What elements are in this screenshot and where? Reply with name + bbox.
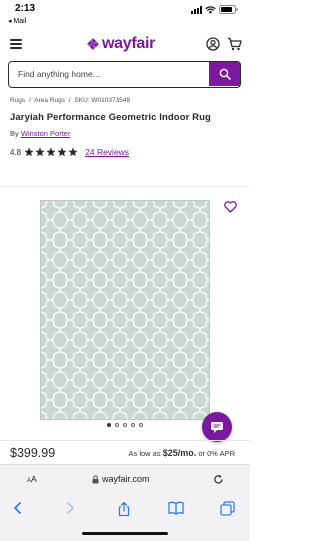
carousel-dot[interactable]	[107, 423, 111, 427]
product-byline: By Winston Porter	[10, 129, 70, 138]
search-input[interactable]	[9, 62, 209, 86]
tabs-icon[interactable]	[220, 501, 235, 521]
url-text: wayfair.com	[102, 474, 150, 484]
star-icon	[24, 147, 34, 157]
search-button[interactable]	[209, 62, 240, 86]
breadcrumb-separator: /	[68, 97, 71, 104]
star-icon	[57, 147, 67, 157]
safari-address-bar: AA wayfair.com	[0, 464, 250, 494]
wayfair-logo[interactable]: wayfair	[86, 35, 155, 53]
status-bar: 2:13 ◂ Mail	[0, 0, 250, 30]
star-icon	[68, 147, 78, 157]
back-to-mail-link[interactable]: ◂ Mail	[8, 17, 26, 25]
breadcrumb-item-rugs[interactable]: Rugs	[10, 97, 25, 104]
status-icons	[191, 5, 238, 14]
product-gallery[interactable]	[0, 186, 250, 442]
reviews-link[interactable]: 24 Reviews	[85, 147, 129, 157]
carousel-dot[interactable]	[115, 423, 119, 427]
share-icon[interactable]	[117, 501, 131, 522]
carousel-dot[interactable]	[139, 423, 143, 427]
site-header: wayfair	[0, 32, 250, 58]
breadcrumb-item-area-rugs[interactable]: Area Rugs	[34, 97, 65, 104]
status-time: 2:13	[15, 3, 36, 14]
reload-icon[interactable]	[213, 472, 224, 490]
financing-offer[interactable]: As low as $25/mo. or 0% APR	[128, 448, 235, 458]
star-rating[interactable]	[24, 147, 78, 157]
search-bar	[8, 61, 241, 88]
apr-text: or 0% APR	[198, 449, 235, 458]
safari-toolbar	[0, 494, 250, 541]
account-icon[interactable]	[206, 37, 220, 56]
bookmarks-icon[interactable]	[168, 501, 184, 520]
price-row: $399.99 As low as $25/mo. or 0% APR	[0, 440, 250, 464]
url-field[interactable]: wayfair.com	[92, 474, 150, 484]
cart-icon[interactable]	[227, 37, 242, 56]
carousel-dot[interactable]	[131, 423, 135, 427]
chat-button[interactable]	[202, 412, 232, 442]
hamburger-menu-icon[interactable]	[10, 39, 22, 49]
chat-icon	[211, 421, 223, 433]
as-low-as-label: As low as	[128, 449, 161, 458]
star-icon	[46, 147, 56, 157]
star-icon	[35, 147, 45, 157]
product-price: $399.99	[10, 446, 56, 460]
breadcrumb: Rugs / Area Rugs / SKU: W010373548	[10, 97, 132, 104]
wifi-icon	[205, 5, 216, 14]
rating-row: 4.8 24 Reviews	[10, 147, 129, 157]
brand-link[interactable]: Winston Porter	[21, 129, 71, 138]
carousel-dot[interactable]	[123, 423, 127, 427]
rating-value: 4.8	[10, 147, 22, 157]
rug-image[interactable]	[40, 200, 210, 420]
search-icon	[219, 68, 231, 80]
lock-icon	[92, 474, 99, 483]
sku-text: SKU: W010373548	[74, 97, 131, 104]
by-label: By	[10, 129, 19, 138]
heart-outline-icon[interactable]	[224, 200, 237, 218]
home-indicator[interactable]	[82, 532, 168, 535]
battery-icon	[219, 5, 238, 14]
logo-pinwheel-icon	[87, 38, 99, 50]
forward-icon[interactable]	[64, 501, 76, 520]
text-size-button[interactable]: AA	[27, 474, 37, 484]
breadcrumb-separator: /	[29, 97, 31, 104]
signal-icon	[191, 5, 202, 14]
logo-text: wayfair	[102, 35, 156, 52]
back-icon[interactable]	[12, 501, 24, 520]
product-title: Jaryiah Performance Geometric Indoor Rug	[10, 112, 211, 123]
monthly-price: $25/mo.	[162, 448, 197, 458]
